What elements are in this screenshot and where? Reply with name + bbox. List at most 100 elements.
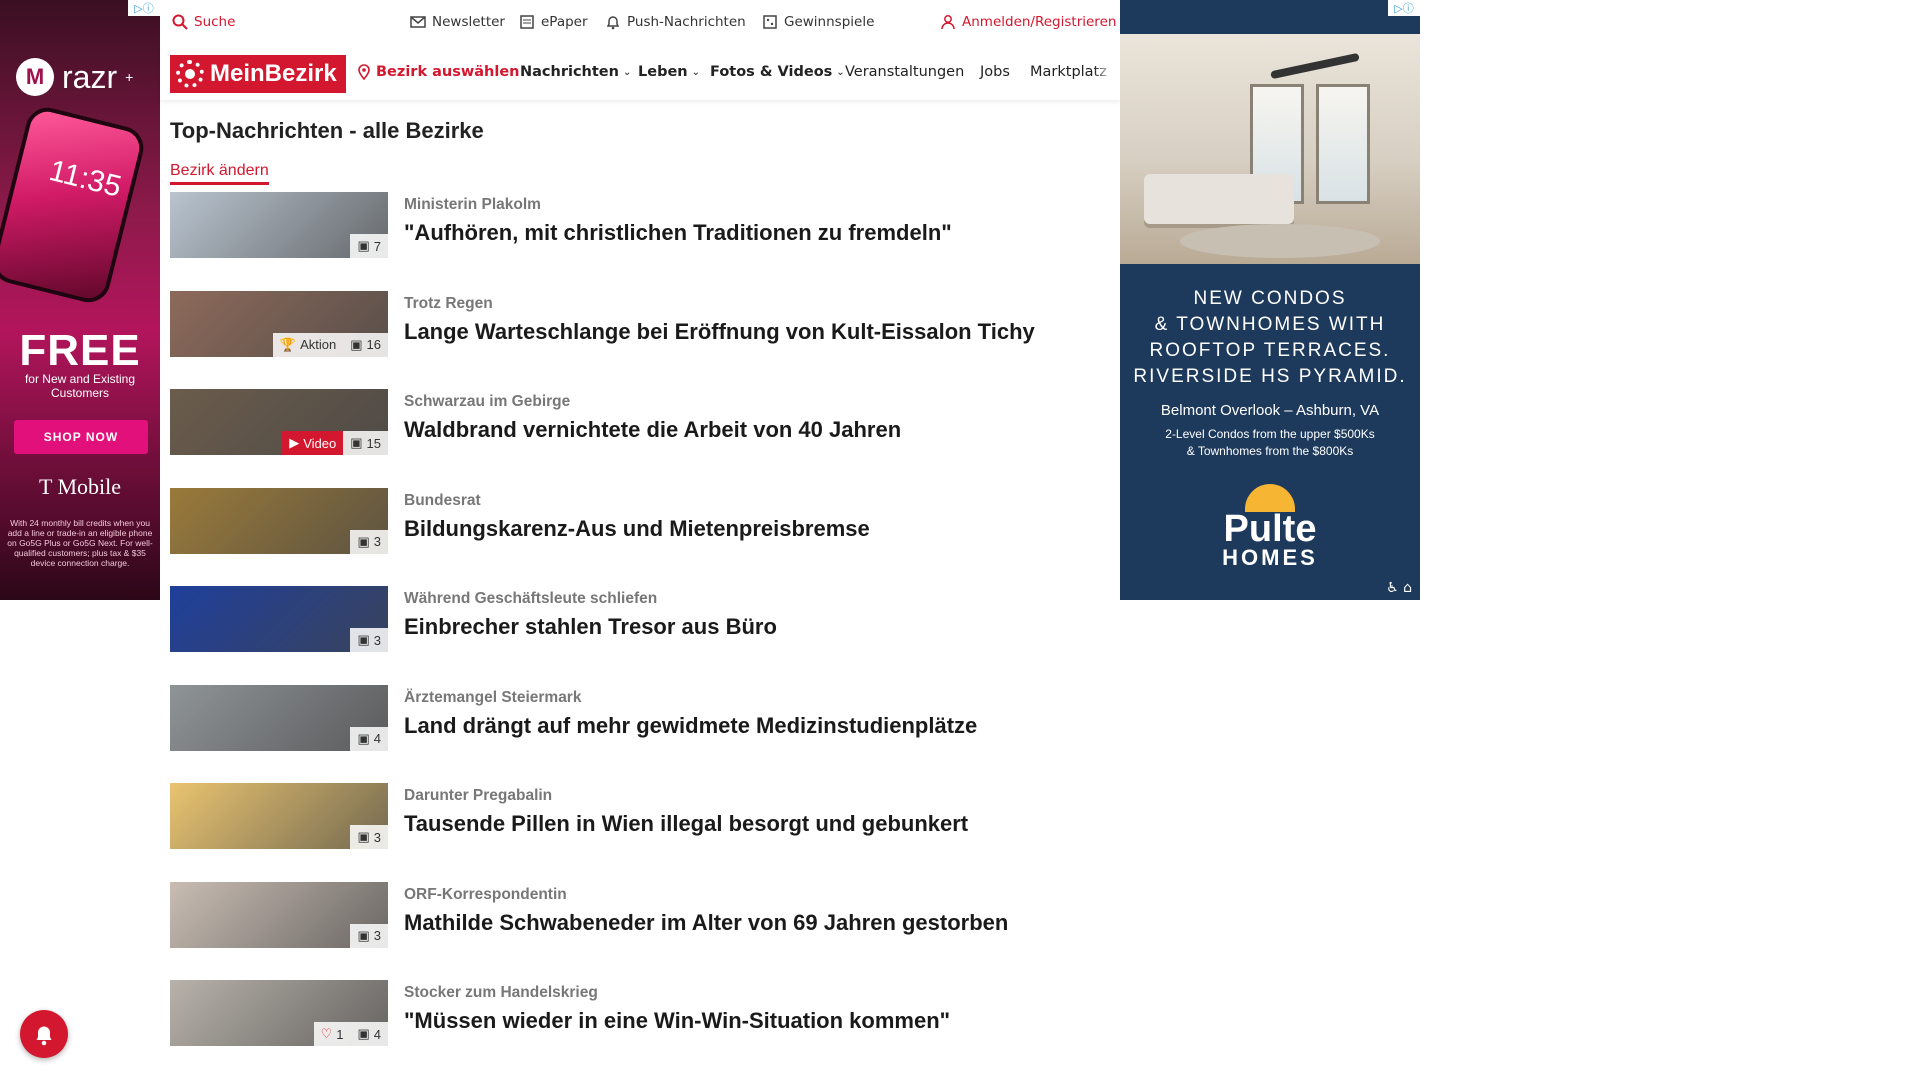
- left-ad-banner[interactable]: ▷ⓘ M razr + 11:35 FREE for New and Existi…: [0, 0, 160, 600]
- photo-count: 15: [366, 435, 381, 451]
- article-item[interactable]: 🏆 Aktion ▣ 16 Trotz Regen Lange Warteschlange…: [170, 290, 1110, 390]
- logo-gear-icon: [176, 60, 204, 88]
- article-kicker: Ministerin Plakolm: [404, 196, 541, 213]
- select-district-button[interactable]: Bezirk auswählen: [356, 64, 520, 80]
- article-headline[interactable]: Waldbrand vernichtete die Arbeit von 40 …: [404, 417, 901, 443]
- games-link[interactable]: Gewinnspiele: [762, 14, 874, 30]
- ad-price-line: & Townhomes from the $800Ks: [1186, 444, 1354, 458]
- site-logo[interactable]: MeinBezirk: [170, 55, 346, 93]
- article-item[interactable]: ▣ 3 Während Geschäftsleute schliefen Einbre…: [170, 586, 1110, 685]
- heart-icon: ♡: [320, 1026, 333, 1041]
- article-thumbnail[interactable]: ▣ 3: [170, 586, 388, 652]
- nav-item-nachrichten[interactable]: Nachrichten ⌄: [520, 64, 631, 80]
- adchoices-icon[interactable]: ▷ⓘ: [128, 0, 160, 16]
- nav-item-leben[interactable]: Leben ⌄: [638, 64, 700, 80]
- photo-count: 3: [373, 534, 381, 549]
- article-headline[interactable]: "Müssen wieder in eine Win-Win-Situation…: [404, 1008, 950, 1034]
- newsletter-link[interactable]: Newsletter: [410, 14, 505, 30]
- change-district-link[interactable]: Bezirk ändern: [170, 162, 269, 185]
- gallery-icon: ▣: [357, 829, 370, 844]
- article-headline[interactable]: Lange Warteschlange bei Eröffnung von Ku…: [404, 319, 1035, 345]
- article-item[interactable]: ▣ 3 Bundesrat Bildungskarenz-Aus und Mieten…: [170, 487, 1110, 587]
- article-kicker: Stocker zum Handelskrieg: [404, 984, 598, 1001]
- nav-label: Nachrichten: [520, 64, 619, 80]
- nav-label: Marktplatz: [1030, 64, 1107, 80]
- logo-text: MeinBezirk: [210, 60, 337, 87]
- main-column: Suche Newsletter ePaper Push-Nachrichten…: [160, 0, 1120, 1080]
- sofa-shape: [1144, 174, 1294, 224]
- photo-count-badge: ▣ 4: [350, 726, 388, 751]
- phone-time: 11:35: [45, 154, 125, 204]
- right-ad-banner[interactable]: ▷ⓘ NEW CONDOS & TOWNHOMES WITH ROOFTOP T…: [1120, 0, 1420, 600]
- photo-count: 3: [373, 829, 381, 845]
- nav-label: Jobs: [980, 64, 1010, 80]
- article-headline[interactable]: Bildungskarenz-Aus und Mietenpreisbremse: [404, 516, 870, 542]
- photo-count: 3: [373, 632, 381, 648]
- shop-now-button[interactable]: SHOP NOW: [14, 420, 148, 454]
- article-thumbnail[interactable]: ▶ Video ▣ 15: [170, 389, 388, 455]
- thumbnail-badges: ▣ 3: [350, 825, 388, 849]
- nav-item-veranstaltungen[interactable]: Veranstaltungen: [845, 64, 964, 80]
- article-headline[interactable]: Tausende Pillen in Wien illegal besorgt …: [404, 811, 968, 837]
- promo-badge: 🏆 Aktion: [272, 332, 344, 357]
- bell-icon: [36, 1026, 52, 1046]
- video-label: Video: [303, 435, 337, 451]
- ad-logo-brand: Pulte: [1223, 508, 1317, 550]
- newsletter-label: Newsletter: [432, 14, 505, 30]
- search-link[interactable]: Suche: [172, 14, 235, 30]
- notification-bell-button[interactable]: [20, 1010, 68, 1058]
- gallery-icon: ▣: [357, 927, 370, 943]
- ad-price-line: 2-Level Condos from the upper $500Ks: [1165, 427, 1375, 441]
- article-kicker: Trotz Regen: [404, 294, 493, 312]
- ad-interior-photo: [1120, 34, 1420, 264]
- gallery-icon: ▣: [350, 435, 363, 450]
- photo-count: 4: [373, 1026, 381, 1042]
- ceiling-fan-shape: [1270, 52, 1360, 80]
- ad-headline-line: NEW CONDOS: [1193, 288, 1347, 309]
- thumbnail-badges: ▣ 3: [350, 628, 388, 652]
- ad-headline-line: RIVERSIDE HS PYRAMID.: [1133, 366, 1407, 387]
- thumbnail-badges: ▶ Video ▣ 15: [282, 431, 388, 455]
- article-headline[interactable]: Mathilde Schwabeneder im Alter von 69 Ja…: [404, 910, 1008, 936]
- login-link[interactable]: Anmelden/Registrieren: [940, 14, 1116, 30]
- article-kicker: Während Geschäftsleute schliefen: [404, 590, 658, 607]
- article-item[interactable]: ▣ 3 Darunter Pregabalin Tausende Pillen in …: [170, 783, 1110, 882]
- photo-count: 7: [373, 238, 381, 254]
- article-item[interactable]: ▣ 4 Ärztemangel Steiermark Land drängt auf …: [170, 684, 1110, 784]
- photo-count-badge: ▣ 3: [350, 825, 388, 849]
- article-thumbnail[interactable]: 🏆 Aktion ▣ 16: [170, 290, 388, 357]
- article-thumbnail[interactable]: ▣ 7: [170, 192, 388, 258]
- nav-item-marktplatz[interactable]: Marktplatz: [1030, 64, 1115, 80]
- ad-headline-line: ROOFTOP TERRACES.: [1149, 340, 1391, 361]
- ad-free-text: FREE: [19, 326, 141, 375]
- article-headline[interactable]: Einbrecher stahlen Tresor aus Büro: [404, 614, 777, 640]
- photo-count: 16: [366, 337, 381, 352]
- article-thumbnail[interactable]: ▣ 3: [170, 881, 388, 948]
- article-item[interactable]: ▣ 3 ORF-Korrespondentin Mathilde Schwabened…: [170, 881, 1110, 981]
- push-link[interactable]: Push-Nachrichten: [605, 14, 746, 30]
- phone-image: 11:35: [0, 103, 148, 307]
- nav-item-jobs[interactable]: Jobs: [980, 64, 1010, 80]
- article-item[interactable]: ▣ 7 Ministerin Plakolm "Aufhören, mit chris…: [170, 192, 1110, 291]
- article-headline[interactable]: Land drängt auf mehr gewidmete Medizinst…: [404, 713, 977, 739]
- video-badge: ▶ Video: [282, 431, 344, 455]
- epaper-link[interactable]: ePaper: [519, 14, 588, 30]
- photo-count-badge: ▣ 3: [350, 529, 388, 554]
- article-item[interactable]: ▶ Video ▣ 15 Schwarzau im Gebirge Waldbrand v…: [170, 389, 1110, 488]
- motorola-logo-icon: M: [16, 58, 54, 96]
- chevron-down-icon: ⌄: [622, 66, 632, 78]
- article-thumbnail[interactable]: ▣ 3: [170, 783, 388, 849]
- search-label: Suche: [194, 14, 236, 30]
- nav-item-fotos-videos[interactable]: Fotos & Videos ⌄: [710, 64, 845, 80]
- chevron-down-icon: ⌄: [691, 66, 701, 78]
- search-icon: [172, 14, 188, 30]
- adchoices-icon[interactable]: ▷ⓘ: [1388, 0, 1420, 16]
- article-thumbnail[interactable]: ♡ 1 ▣ 4: [170, 980, 388, 1046]
- article-headline[interactable]: "Aufhören, mit christlichen Traditionen …: [404, 220, 952, 246]
- article-thumbnail[interactable]: ▣ 3: [170, 487, 388, 554]
- play-icon: ▶: [289, 435, 300, 450]
- epaper-label: ePaper: [541, 14, 588, 30]
- article-item[interactable]: ♡ 1 ▣ 4 Stocker zum Handelskrieg "Müssen wied…: [170, 980, 1110, 1079]
- article-thumbnail[interactable]: ▣ 4: [170, 684, 388, 751]
- push-label: Push-Nachrichten: [627, 14, 746, 30]
